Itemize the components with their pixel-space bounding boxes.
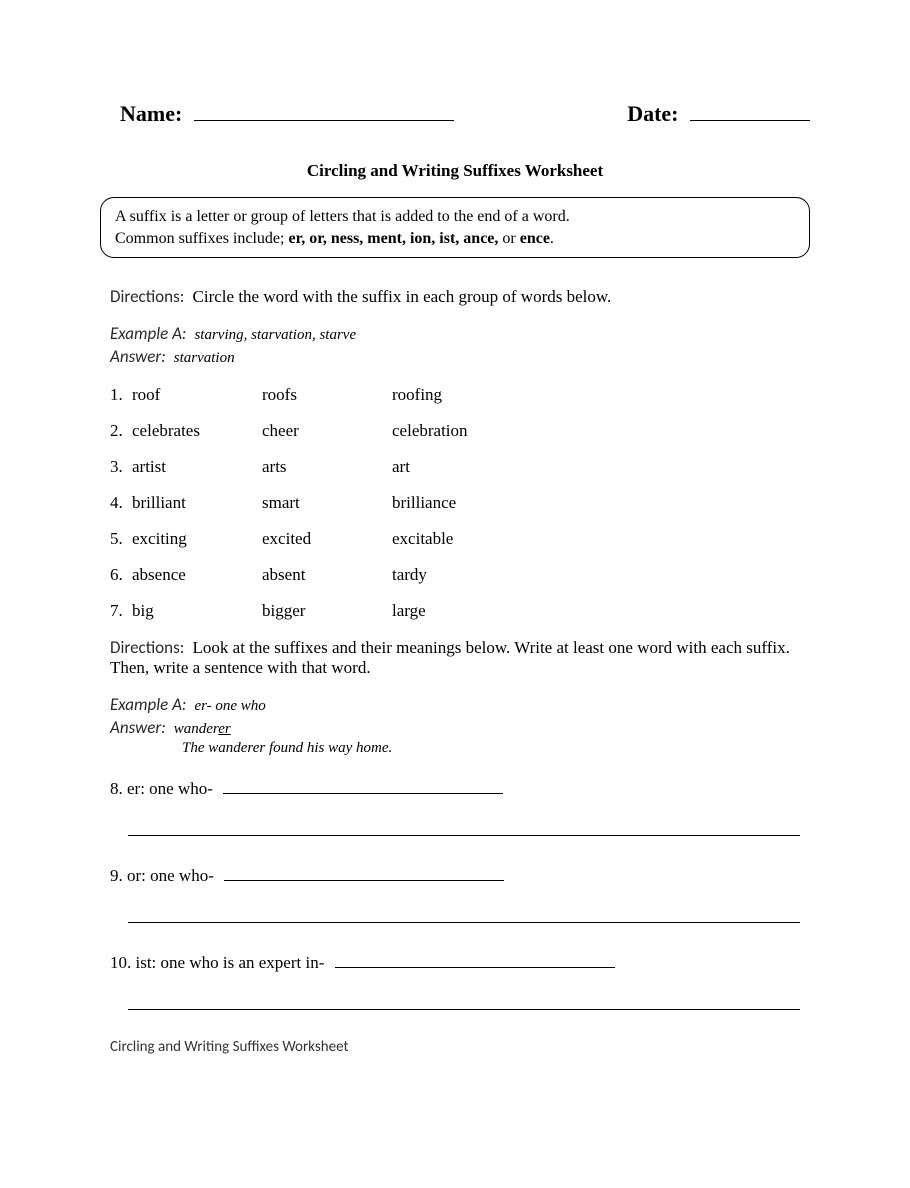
answer-word: wanderer — [174, 721, 231, 737]
definition-box: A suffix is a letter or group of letters… — [100, 197, 810, 258]
footer-text: Circling and Writing Suffixes Worksheet — [110, 1038, 850, 1056]
word-blank[interactable] — [224, 864, 504, 881]
answer-label: Answer: — [110, 717, 166, 738]
answer-text: starvation — [174, 350, 235, 366]
directions-label: Directions: — [110, 637, 184, 658]
answer-label: Answer: — [110, 346, 166, 367]
sentence-blank[interactable] — [128, 904, 800, 923]
example-label: Example A: — [110, 694, 186, 715]
section2-items: 8. er: one who- 9. or: one who- 10. ist:… — [110, 777, 800, 1010]
word-blank[interactable] — [335, 951, 615, 968]
item-row: 7. big bigger large — [110, 601, 800, 621]
worksheet-title: Circling and Writing Suffixes Worksheet — [60, 161, 850, 181]
item-row: 4. brilliant smart brilliance — [110, 493, 800, 513]
directions-label: Directions: — [110, 286, 184, 307]
worksheet-page: Name: Date: Circling and Writing Suffixe… — [0, 0, 910, 1096]
definition-line-2: Common suffixes include; er, or, ness, m… — [115, 228, 795, 250]
item-row: 3. artist arts art — [110, 457, 800, 477]
example-text: er- one who — [194, 698, 265, 714]
sentence-blank[interactable] — [128, 991, 800, 1010]
directions-text: Look at the suffixes and their meanings … — [110, 638, 790, 677]
item-row: 1. roof roofs roofing — [110, 385, 800, 405]
section1-directions: Directions: Circle the word with the suf… — [110, 286, 800, 307]
name-label: Name: — [120, 101, 182, 126]
section2-example: Example A: er- one who — [110, 694, 800, 715]
section1-answer: Answer: starvation — [110, 346, 800, 367]
item-row: 6. absence absent tardy — [110, 565, 800, 585]
header-row: Name: Date: — [120, 100, 810, 127]
section2-answer: Answer: wanderer — [110, 717, 800, 738]
example-text: starving, starvation, starve — [194, 327, 356, 343]
word-blank[interactable] — [223, 777, 503, 794]
date-label: Date: — [627, 101, 678, 126]
date-field: Date: — [627, 100, 810, 127]
item-row: 2. celebrates cheer celebration — [110, 421, 800, 441]
section1-items: 1. roof roofs roofing 2. celebrates chee… — [110, 385, 800, 621]
definition-line-1: A suffix is a letter or group of letters… — [115, 206, 795, 228]
sentence-blank[interactable] — [128, 817, 800, 836]
directions-text: Circle the word with the suffix in each … — [193, 287, 612, 306]
answer-sentence: The wanderer found his way home. — [182, 740, 800, 757]
name-field: Name: — [120, 100, 454, 127]
content-area: Directions: Circle the word with the suf… — [110, 286, 800, 1010]
name-blank-line[interactable] — [194, 100, 454, 121]
date-blank-line[interactable] — [690, 100, 810, 121]
item-row: 5. exciting excited excitable — [110, 529, 800, 549]
section1-example: Example A: starving, starvation, starve — [110, 323, 800, 344]
fill-row: 9. or: one who- — [110, 864, 800, 923]
example-label: Example A: — [110, 323, 186, 344]
section2-directions: Directions: Look at the suffixes and the… — [110, 637, 800, 678]
fill-row: 10. ist: one who is an expert in- — [110, 951, 800, 1010]
fill-row: 8. er: one who- — [110, 777, 800, 836]
